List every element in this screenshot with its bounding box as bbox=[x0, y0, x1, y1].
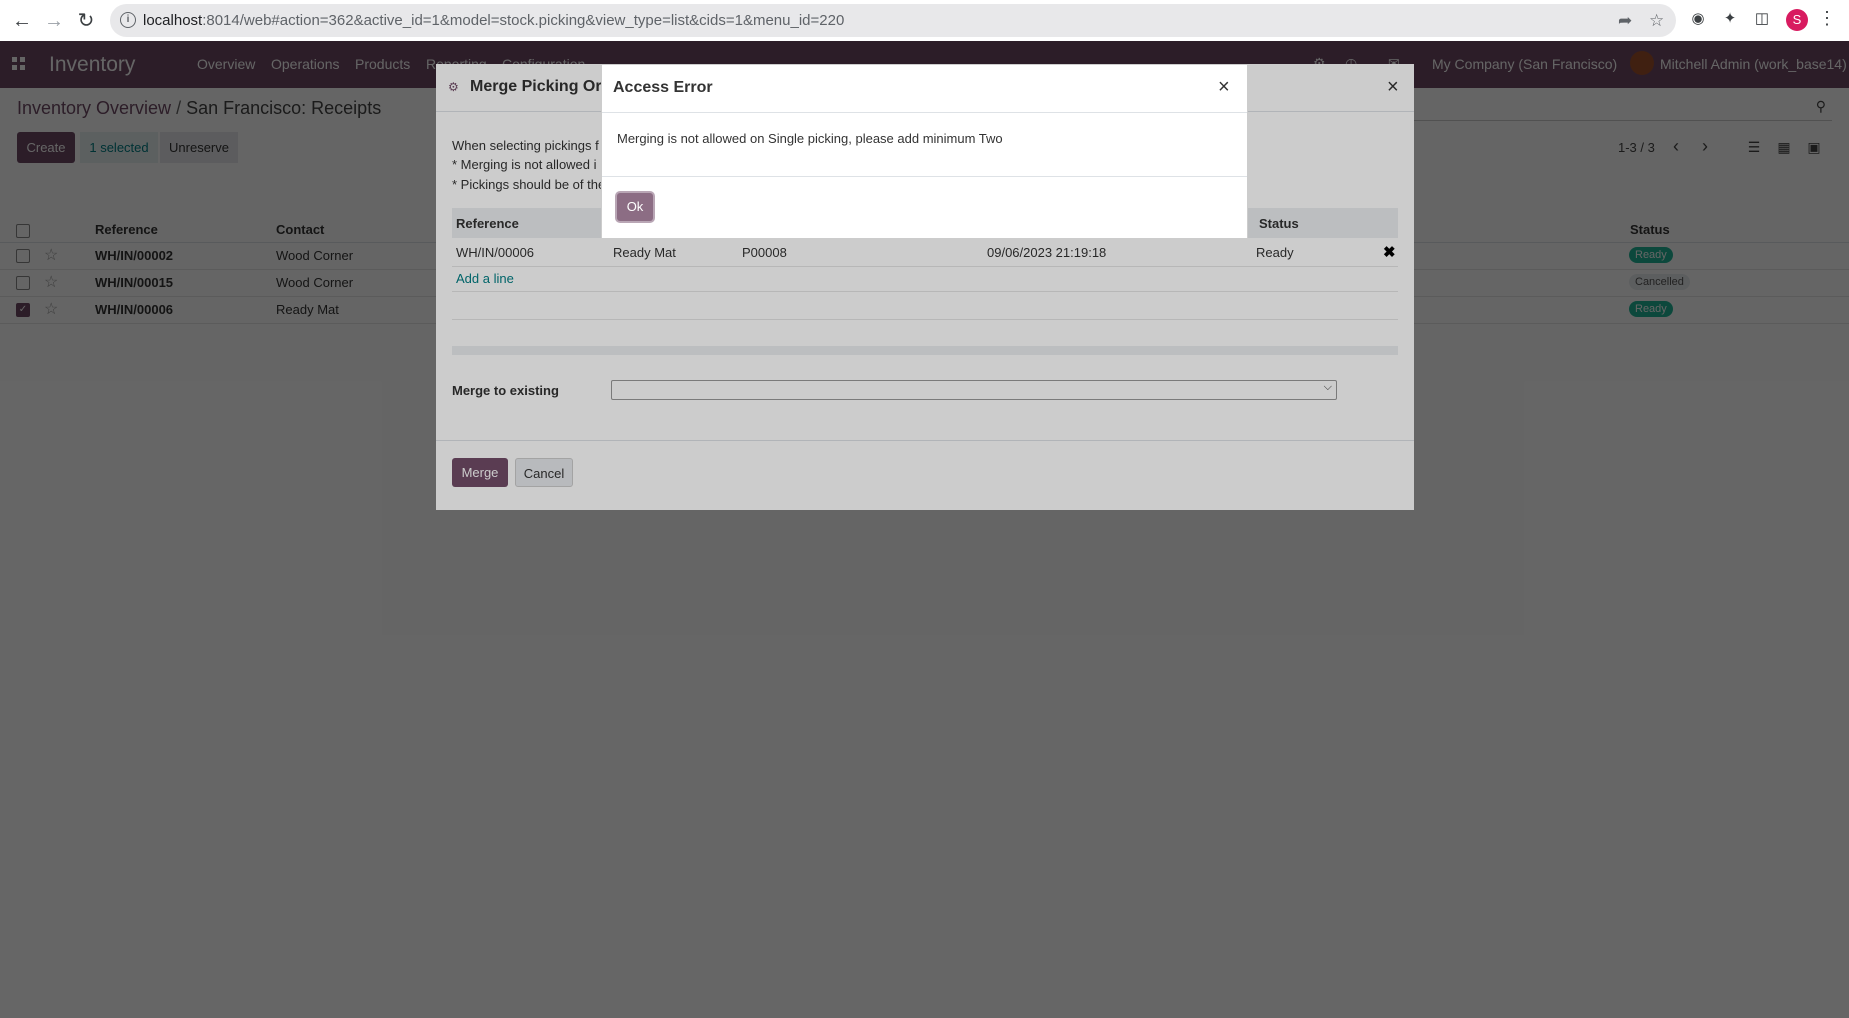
browser-menu-icon[interactable]: ⋮ bbox=[1818, 8, 1836, 29]
forward-arrow-icon[interactable]: → bbox=[41, 8, 67, 34]
back-arrow-icon[interactable]: ← bbox=[9, 8, 35, 34]
browser-toolbar: ← → ↻ i localhost:8014/web#action=362&ac… bbox=[0, 0, 1849, 41]
extension-monkey-icon[interactable]: ◉ bbox=[1688, 9, 1708, 29]
extensions-puzzle-icon[interactable]: ✦ bbox=[1720, 9, 1740, 29]
access-error-dialog: Access Error × Merging is not allowed on… bbox=[601, 64, 1248, 239]
address-bar[interactable]: i localhost:8014/web#action=362&active_i… bbox=[110, 4, 1676, 37]
side-panel-icon[interactable]: ◫ bbox=[1752, 9, 1772, 29]
reload-icon[interactable]: ↻ bbox=[73, 8, 99, 34]
url-path: :8014/web#action=362&active_id=1&model=s… bbox=[202, 12, 845, 29]
error-dialog-header: Access Error × bbox=[602, 65, 1247, 113]
url-text[interactable]: localhost:8014/web#action=362&active_id=… bbox=[143, 12, 844, 29]
error-dialog-footer-divider bbox=[602, 176, 1247, 177]
profile-avatar[interactable]: S bbox=[1786, 9, 1808, 31]
error-dialog-title: Access Error bbox=[613, 79, 713, 96]
close-icon[interactable]: × bbox=[1218, 77, 1230, 97]
share-icon[interactable]: ➦ bbox=[1618, 11, 1632, 31]
url-host: localhost bbox=[143, 12, 203, 29]
error-message: Merging is not allowed on Single picking… bbox=[617, 131, 1003, 146]
ok-button[interactable]: Ok bbox=[617, 193, 653, 221]
site-info-icon[interactable]: i bbox=[120, 12, 136, 28]
bookmark-star-icon[interactable]: ☆ bbox=[1649, 11, 1664, 31]
